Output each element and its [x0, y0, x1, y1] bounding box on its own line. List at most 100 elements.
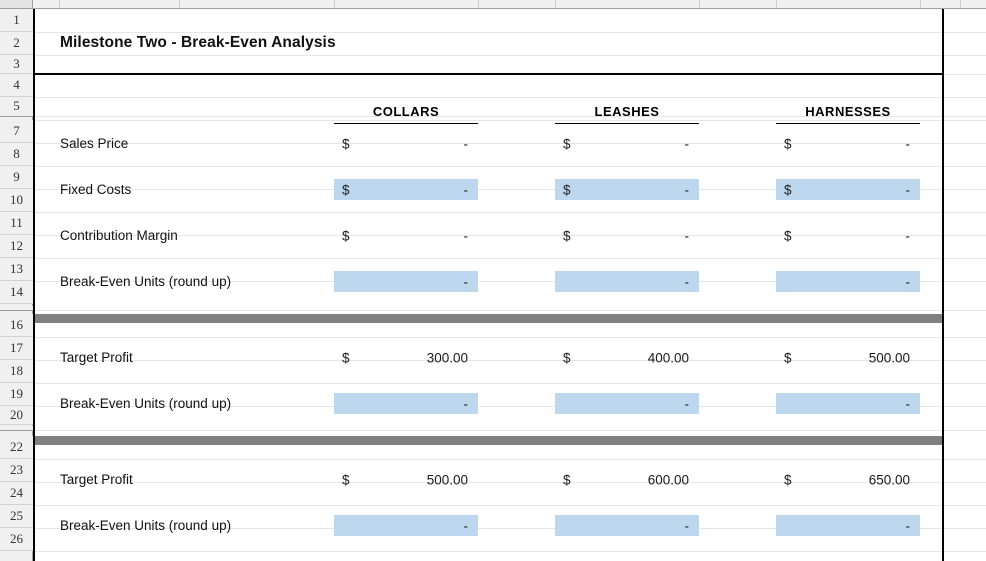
row-label: Target Profit — [60, 350, 133, 365]
cell-value: - — [905, 136, 911, 151]
cell-value: - — [905, 182, 911, 197]
row-header-2[interactable]: 2 — [0, 32, 33, 55]
value-cell[interactable]: $500.00 — [334, 469, 478, 490]
column-separator[interactable] — [478, 0, 479, 8]
value-cell[interactable]: $ - — [555, 225, 699, 246]
row-header-1[interactable]: 1 — [0, 9, 33, 32]
currency-symbol: $ — [342, 182, 350, 197]
hidden-row-marker-21[interactable] — [0, 426, 33, 431]
value-cell[interactable]: $ - — [776, 133, 920, 154]
currency-symbol: $ — [563, 472, 571, 487]
row-header-17[interactable]: 17 — [0, 337, 33, 360]
value-cell[interactable]: - — [555, 515, 699, 536]
column-separator[interactable] — [699, 0, 700, 8]
currency-symbol: $ — [563, 136, 571, 151]
row-header-23[interactable]: 23 — [0, 459, 33, 482]
value-cell[interactable]: $ - — [334, 225, 478, 246]
row-header-12[interactable]: 12 — [0, 235, 33, 258]
row-label: Target Profit — [60, 472, 133, 487]
column-separator[interactable] — [179, 0, 180, 8]
value-cell[interactable]: $500.00 — [776, 347, 920, 368]
section-separator-bar — [35, 436, 942, 445]
value-cell[interactable]: - — [334, 271, 478, 292]
row-header-24[interactable]: 24 — [0, 482, 33, 505]
column-separator[interactable] — [334, 0, 335, 8]
row-header-20[interactable]: 20 — [0, 406, 33, 425]
column-header-harnesses: HARNESSES — [776, 100, 920, 124]
value-cell[interactable]: - — [776, 515, 920, 536]
row-header-25[interactable]: 25 — [0, 505, 33, 528]
value-cell[interactable]: $ - — [776, 179, 920, 200]
row-header-18[interactable]: 18 — [0, 360, 33, 383]
row-header-11[interactable]: 11 — [0, 212, 33, 235]
value-cell[interactable]: $ - — [776, 225, 920, 246]
cell-value: 300.00 — [426, 350, 468, 365]
value-cell[interactable]: $ - — [334, 179, 478, 200]
cell-value: - — [463, 274, 469, 289]
value-cell[interactable]: $ - — [334, 133, 478, 154]
select-all-corner[interactable] — [0, 0, 33, 8]
column-separator[interactable] — [555, 0, 556, 8]
row-label: Fixed Costs — [60, 182, 132, 197]
cell-value: - — [684, 396, 690, 411]
cell-value: - — [684, 228, 690, 243]
currency-symbol: $ — [342, 350, 350, 365]
cell-value: - — [463, 136, 469, 151]
value-cell[interactable]: - — [334, 515, 478, 536]
cell-value: 500.00 — [868, 350, 910, 365]
cell-value: 650.00 — [868, 472, 910, 487]
value-cell[interactable]: $600.00 — [555, 469, 699, 490]
grid-line — [33, 337, 986, 338]
table-left-border — [33, 9, 35, 561]
column-header-collars: COLLARS — [334, 100, 478, 124]
value-cell[interactable]: $ - — [555, 133, 699, 154]
column-separator[interactable] — [59, 0, 60, 8]
table-top-border — [33, 73, 944, 75]
row-header-4[interactable]: 4 — [0, 74, 33, 97]
row-header-26[interactable]: 26 — [0, 528, 33, 551]
value-cell[interactable]: - — [334, 393, 478, 414]
grid-line — [33, 310, 986, 311]
cell-value: - — [905, 396, 911, 411]
row-header-13[interactable]: 13 — [0, 258, 33, 281]
hidden-row-marker-6[interactable] — [0, 112, 33, 117]
row-header-3[interactable]: 3 — [0, 55, 33, 74]
column-separator[interactable] — [960, 0, 961, 8]
value-cell[interactable]: $ - — [555, 179, 699, 200]
row-header-8[interactable]: 8 — [0, 143, 33, 166]
column-header-strip[interactable] — [0, 0, 986, 9]
value-cell[interactable]: - — [555, 393, 699, 414]
value-cell[interactable]: $400.00 — [555, 347, 699, 368]
cell-value: - — [684, 136, 690, 151]
value-cell[interactable]: - — [776, 393, 920, 414]
row-header-19[interactable]: 19 — [0, 383, 33, 406]
row-header-22[interactable]: 22 — [0, 436, 33, 459]
grid-line — [33, 97, 986, 98]
value-cell[interactable]: - — [776, 271, 920, 292]
currency-symbol: $ — [342, 472, 350, 487]
currency-symbol: $ — [563, 228, 571, 243]
cell-value: 500.00 — [426, 472, 468, 487]
row-header-16[interactable]: 16 — [0, 314, 33, 337]
cell-value: - — [905, 228, 911, 243]
column-header-leashes: LEASHES — [555, 100, 699, 124]
value-cell[interactable]: $300.00 — [334, 347, 478, 368]
row-header-10[interactable]: 10 — [0, 189, 33, 212]
row-header-14[interactable]: 14 — [0, 281, 33, 304]
hidden-row-marker-15[interactable] — [0, 306, 33, 311]
currency-symbol: $ — [563, 350, 571, 365]
row-header-9[interactable]: 9 — [0, 166, 33, 189]
row-label: Contribution Margin — [60, 228, 178, 243]
currency-symbol: $ — [342, 228, 350, 243]
currency-symbol: $ — [784, 472, 792, 487]
cell-value: 400.00 — [647, 350, 689, 365]
cell-value: - — [463, 182, 469, 197]
column-separator[interactable] — [776, 0, 777, 8]
value-cell[interactable]: - — [555, 271, 699, 292]
value-cell[interactable]: $650.00 — [776, 469, 920, 490]
row-header-7[interactable]: 7 — [0, 120, 33, 143]
cell-value: - — [905, 274, 911, 289]
column-separator[interactable] — [920, 0, 921, 8]
currency-symbol: $ — [342, 136, 350, 151]
currency-symbol: $ — [784, 228, 792, 243]
